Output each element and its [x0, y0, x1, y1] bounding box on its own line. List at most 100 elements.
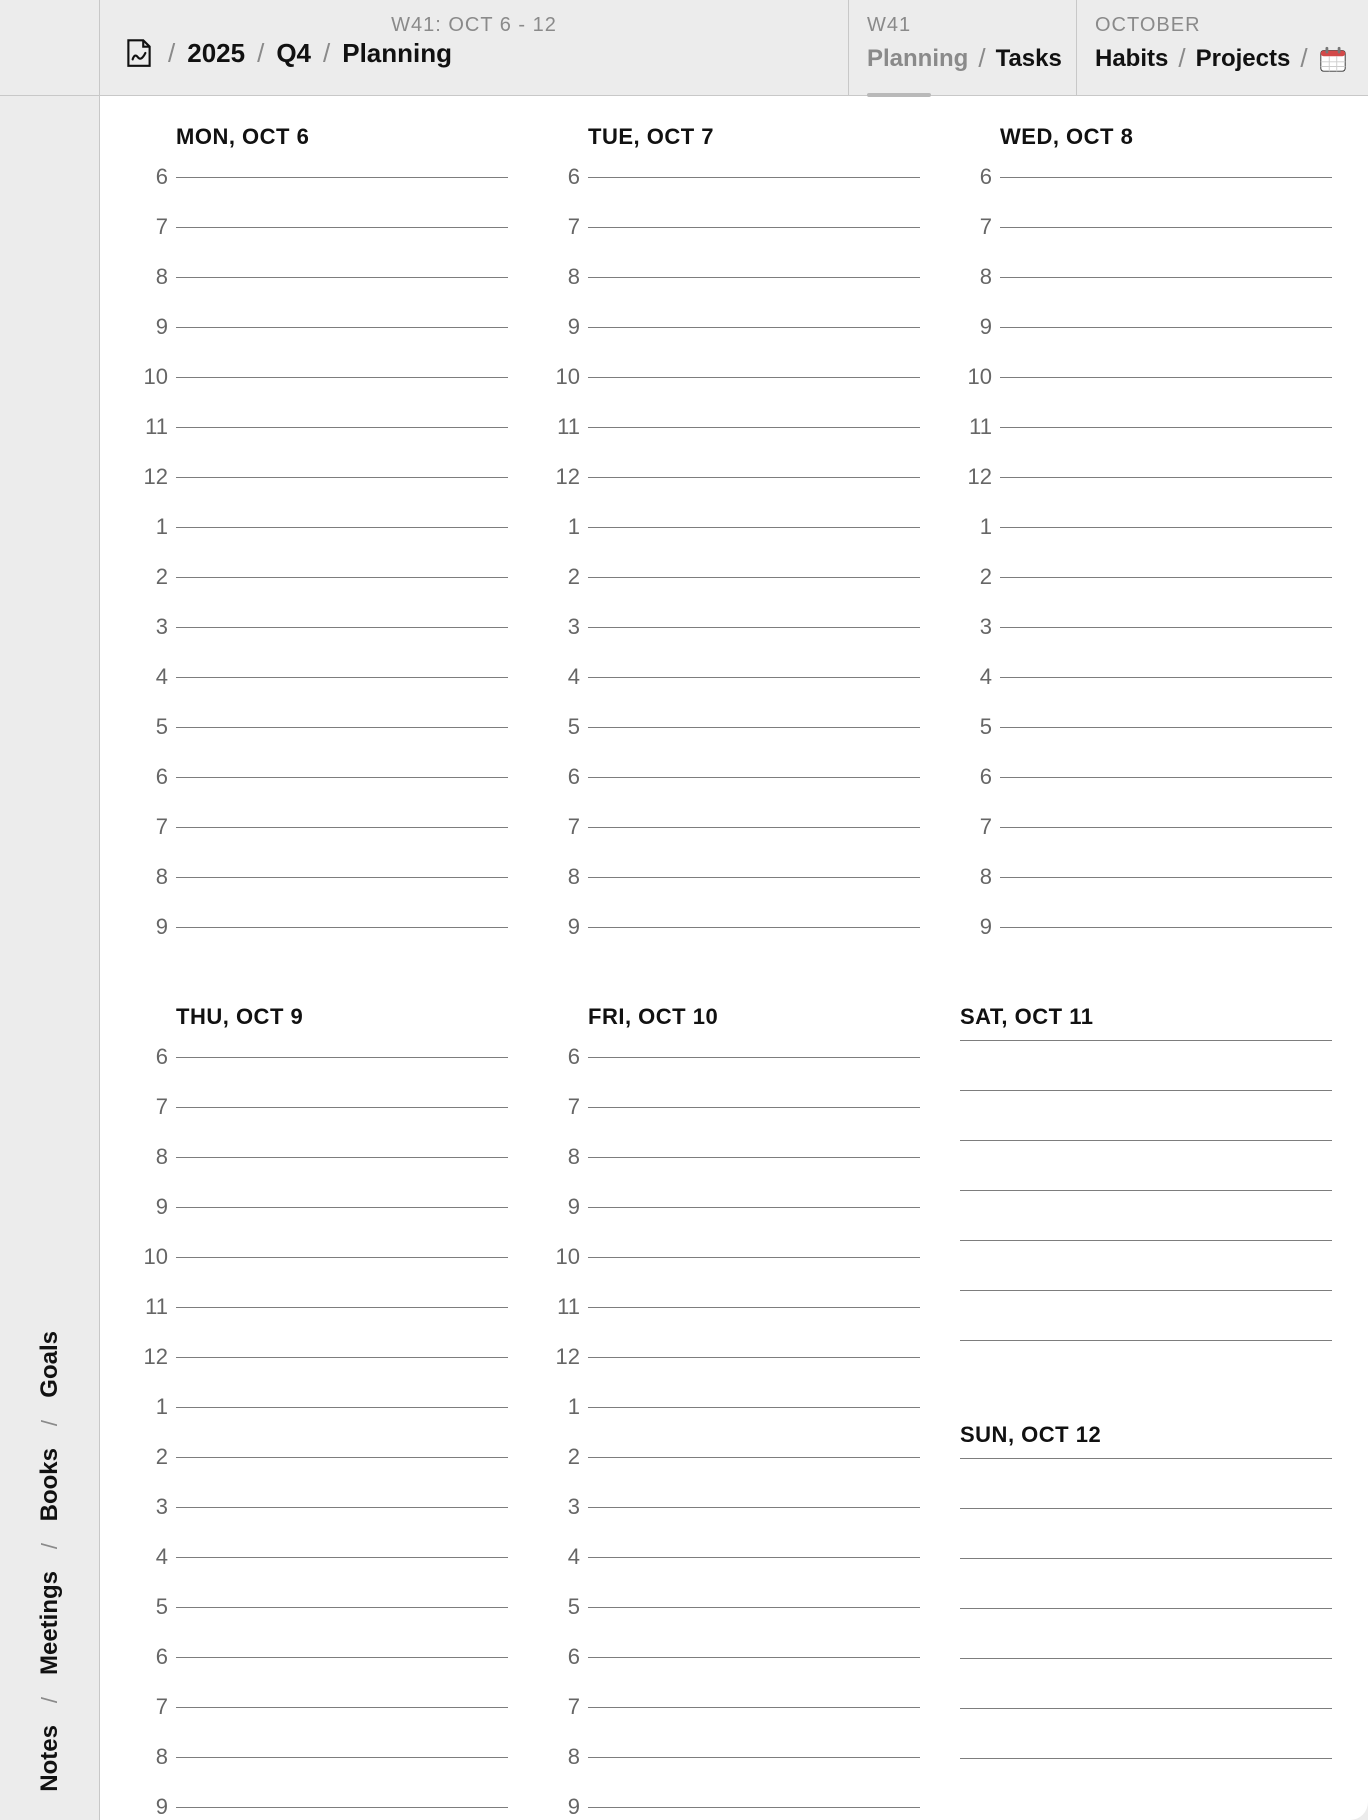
hour-row[interactable]: 5 [136, 1582, 508, 1632]
hour-row[interactable]: 2 [548, 552, 920, 602]
hour-row[interactable]: 6 [960, 752, 1332, 802]
hour-row[interactable]: 9 [136, 302, 508, 352]
hour-row[interactable]: 11 [548, 402, 920, 452]
hour-row[interactable]: 12 [136, 1332, 508, 1382]
hour-row[interactable]: 1 [136, 1382, 508, 1432]
hour-row[interactable]: 4 [548, 1532, 920, 1582]
hour-row[interactable]: 2 [960, 552, 1332, 602]
hour-row[interactable]: 12 [960, 452, 1332, 502]
hour-row[interactable]: 10 [548, 352, 920, 402]
note-line[interactable] [960, 1508, 1332, 1558]
hour-row[interactable]: 5 [548, 702, 920, 752]
calendar-icon[interactable] [1318, 44, 1348, 74]
hour-row[interactable]: 4 [548, 652, 920, 702]
sidebar-link-books[interactable]: Books [36, 1448, 64, 1521]
hour-row[interactable]: 9 [548, 1182, 920, 1232]
hour-row[interactable]: 7 [136, 1682, 508, 1732]
crumb-current[interactable]: Planning [342, 38, 452, 69]
hour-row[interactable]: 11 [136, 402, 508, 452]
hour-row[interactable]: 8 [136, 252, 508, 302]
hour-row[interactable]: 7 [548, 202, 920, 252]
note-line[interactable] [960, 1758, 1332, 1808]
hour-row[interactable]: 8 [136, 852, 508, 902]
tab-planning[interactable]: Planning [867, 45, 968, 73]
hour-row[interactable]: 12 [548, 452, 920, 502]
tab-projects[interactable]: Projects [1196, 45, 1291, 73]
hour-row[interactable]: 4 [960, 652, 1332, 702]
hour-row[interactable]: 7 [548, 1082, 920, 1132]
hour-row[interactable]: 7 [960, 202, 1332, 252]
hour-row[interactable]: 10 [548, 1232, 920, 1282]
hour-row[interactable]: 9 [548, 302, 920, 352]
crumb-quarter[interactable]: Q4 [276, 38, 311, 69]
hour-row[interactable]: 1 [548, 502, 920, 552]
note-line[interactable] [960, 1240, 1332, 1290]
hour-row[interactable]: 9 [548, 1782, 920, 1820]
hour-row[interactable]: 3 [136, 1482, 508, 1532]
hour-row[interactable]: 11 [136, 1282, 508, 1332]
hour-row[interactable]: 6 [136, 1032, 508, 1082]
hour-row[interactable]: 6 [548, 1032, 920, 1082]
hour-row[interactable]: 8 [548, 252, 920, 302]
hour-row[interactable]: 4 [136, 652, 508, 702]
hour-row[interactable]: 5 [136, 702, 508, 752]
sidebar-link-notes[interactable]: Notes [36, 1725, 64, 1792]
hour-row[interactable]: 7 [136, 802, 508, 852]
hour-row[interactable]: 3 [548, 1482, 920, 1532]
hour-row[interactable]: 1 [960, 502, 1332, 552]
hour-row[interactable]: 10 [136, 1232, 508, 1282]
note-line[interactable] [960, 1558, 1332, 1608]
hour-row[interactable]: 6 [548, 152, 920, 202]
note-line[interactable] [960, 1708, 1332, 1758]
note-line[interactable] [960, 1040, 1332, 1090]
note-line[interactable] [960, 1340, 1332, 1390]
sidebar-link-meetings[interactable]: Meetings [36, 1571, 64, 1675]
hour-row[interactable]: 6 [136, 152, 508, 202]
hour-row[interactable]: 8 [136, 1732, 508, 1782]
hour-row[interactable]: 9 [136, 902, 508, 952]
hour-row[interactable]: 8 [136, 1132, 508, 1182]
tab-tasks[interactable]: Tasks [996, 45, 1062, 73]
hour-row[interactable]: 10 [136, 352, 508, 402]
note-line[interactable] [960, 1140, 1332, 1190]
hour-row[interactable]: 9 [960, 302, 1332, 352]
hour-row[interactable]: 8 [548, 1732, 920, 1782]
hour-row[interactable]: 7 [548, 1682, 920, 1732]
hour-row[interactable]: 8 [548, 1132, 920, 1182]
home-icon[interactable] [122, 36, 156, 70]
note-line[interactable] [960, 1608, 1332, 1658]
hour-row[interactable]: 6 [548, 1632, 920, 1682]
hour-row[interactable]: 7 [136, 202, 508, 252]
hour-row[interactable]: 8 [960, 852, 1332, 902]
hour-row[interactable]: 10 [960, 352, 1332, 402]
hour-row[interactable]: 6 [960, 152, 1332, 202]
hour-row[interactable]: 11 [548, 1282, 920, 1332]
hour-row[interactable]: 2 [136, 552, 508, 602]
hour-row[interactable]: 9 [548, 902, 920, 952]
hour-row[interactable]: 9 [136, 1182, 508, 1232]
hour-row[interactable]: 2 [548, 1432, 920, 1482]
hour-row[interactable]: 4 [136, 1532, 508, 1582]
hour-row[interactable]: 12 [136, 452, 508, 502]
hour-row[interactable]: 7 [548, 802, 920, 852]
hour-row[interactable]: 5 [548, 1582, 920, 1632]
hour-row[interactable]: 1 [548, 1382, 920, 1432]
tab-habits[interactable]: Habits [1095, 45, 1168, 73]
note-line[interactable] [960, 1290, 1332, 1340]
hour-row[interactable]: 3 [960, 602, 1332, 652]
crumb-year[interactable]: 2025 [187, 38, 245, 69]
hour-row[interactable]: 7 [136, 1082, 508, 1132]
hour-row[interactable]: 8 [960, 252, 1332, 302]
hour-row[interactable]: 6 [548, 752, 920, 802]
hour-row[interactable]: 6 [136, 1632, 508, 1682]
hour-row[interactable]: 3 [136, 602, 508, 652]
hour-row[interactable]: 12 [548, 1332, 920, 1382]
hour-row[interactable]: 6 [136, 752, 508, 802]
hour-row[interactable]: 11 [960, 402, 1332, 452]
note-line[interactable] [960, 1090, 1332, 1140]
hour-row[interactable]: 8 [548, 852, 920, 902]
note-line[interactable] [960, 1658, 1332, 1708]
hour-row[interactable]: 1 [136, 502, 508, 552]
hour-row[interactable]: 7 [960, 802, 1332, 852]
hour-row[interactable]: 9 [136, 1782, 508, 1820]
